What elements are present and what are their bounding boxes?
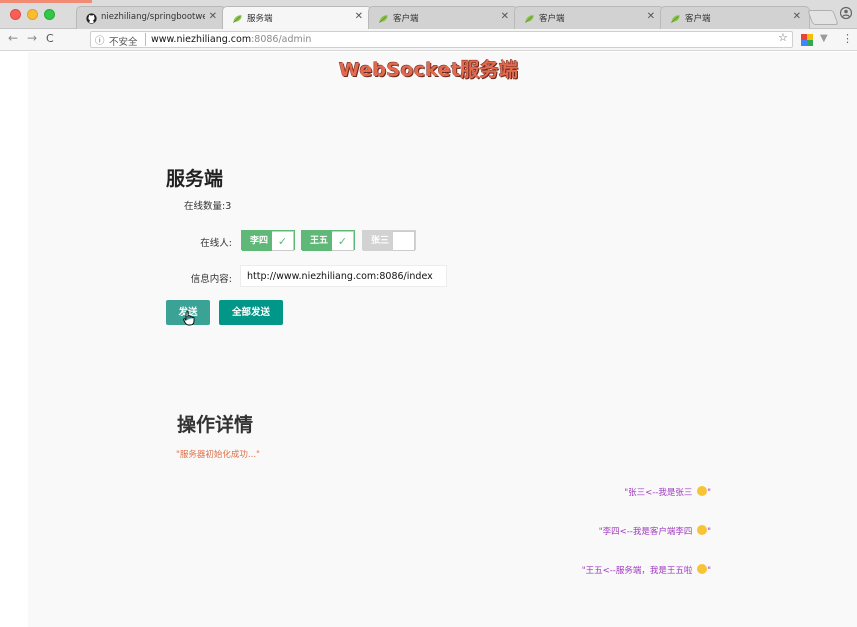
log-message-text: "张三<--我是张三 bbox=[624, 488, 693, 498]
back-arrow-icon[interactable]: ← bbox=[8, 31, 18, 45]
bookmark-star-icon[interactable]: ☆ bbox=[778, 31, 788, 44]
online-users-label: 在线人: bbox=[200, 238, 232, 249]
github-icon bbox=[86, 13, 97, 24]
menu-dots-icon[interactable]: ⋮ bbox=[842, 32, 853, 45]
browser-tab-bar: niezhiliang/springbootwebs ✕ 服务端 ✕ 客户端 ✕… bbox=[0, 0, 857, 30]
browser-tab-client-2[interactable]: 客户端 ✕ bbox=[514, 6, 664, 29]
tab-close-icon[interactable]: ✕ bbox=[209, 11, 217, 22]
user-name: 王五 bbox=[302, 231, 337, 251]
tab-close-icon[interactable]: ✕ bbox=[501, 11, 509, 22]
tab-title: niezhiliang/springbootwebs bbox=[101, 12, 205, 22]
page-background bbox=[28, 52, 857, 627]
leaf-icon bbox=[233, 15, 242, 23]
wink-emoji-icon bbox=[697, 564, 708, 574]
log-message-suffix: " bbox=[707, 566, 711, 576]
browser-tab-github[interactable]: niezhiliang/springbootwebs ✕ bbox=[76, 6, 226, 29]
checkmark-icon: ✓ bbox=[393, 231, 415, 251]
tab-close-icon[interactable]: ✕ bbox=[647, 11, 655, 22]
tab-title: 客户端 bbox=[539, 14, 565, 24]
user-name: 张三 bbox=[363, 231, 398, 251]
user-checkbox-lisi[interactable]: 李四 ✓ bbox=[241, 230, 295, 251]
extension-icon[interactable] bbox=[801, 34, 813, 46]
address-url: www.niezhiliang.com:8086/admin bbox=[151, 34, 311, 45]
user-checkbox-wangwu[interactable]: 王五 ✓ bbox=[301, 230, 355, 251]
new-tab-button[interactable] bbox=[807, 10, 839, 25]
smile-emoji-icon bbox=[697, 486, 708, 496]
log-message-text: "王五<--服务端，我是王五啦 bbox=[581, 566, 693, 576]
address-bar[interactable]: ⓘ 不安全 www.niezhiliang.com:8086/admin bbox=[90, 31, 793, 48]
log-message: "王五<--服务端，我是王五啦 " bbox=[582, 564, 711, 576]
checkmark-icon: ✓ bbox=[272, 231, 294, 251]
leaf-icon bbox=[525, 15, 534, 23]
online-count: 在线数量:3 bbox=[184, 198, 231, 212]
profile-icon[interactable] bbox=[840, 6, 852, 20]
url-path: :8086/admin bbox=[251, 34, 312, 45]
tab-title: 服务端 bbox=[247, 14, 273, 24]
tab-close-icon[interactable]: ✕ bbox=[793, 11, 801, 22]
reload-icon[interactable]: C bbox=[46, 32, 54, 45]
forward-arrow-icon[interactable]: → bbox=[27, 31, 37, 45]
address-separator bbox=[145, 33, 146, 46]
server-heading: 服务端 bbox=[166, 168, 224, 190]
page-title: WebSocket服务端 bbox=[338, 59, 519, 81]
user-name: 李四 bbox=[242, 231, 277, 251]
info-icon[interactable]: ⓘ bbox=[95, 33, 105, 47]
online-count-label: 在线数量: bbox=[184, 201, 226, 212]
url-host: www.niezhiliang.com bbox=[151, 34, 252, 45]
user-checkbox-zhangsan[interactable]: 张三 ✓ bbox=[362, 230, 416, 251]
leaf-icon bbox=[671, 15, 680, 23]
security-label: 不安全 bbox=[109, 37, 138, 48]
browser-tab-client-3[interactable]: 客户端 ✕ bbox=[660, 6, 810, 29]
vue-devtools-icon[interactable]: ▼ bbox=[820, 33, 828, 44]
browser-tab-client-1[interactable]: 客户端 ✕ bbox=[368, 6, 518, 29]
checkmark-icon: ✓ bbox=[332, 231, 354, 251]
online-count-value: 3 bbox=[225, 201, 232, 212]
hand-cursor-icon bbox=[183, 311, 195, 326]
message-label: 信息内容: bbox=[190, 274, 232, 285]
tab-title: 客户端 bbox=[393, 14, 419, 24]
log-init-message: "服务器初始化成功..." bbox=[176, 450, 260, 460]
log-message-text: "李四<--我是客户端李四 bbox=[598, 527, 693, 537]
browser-tab-server[interactable]: 服务端 ✕ bbox=[222, 6, 372, 30]
smile-emoji-icon bbox=[697, 525, 708, 535]
window-minimize-button[interactable] bbox=[27, 9, 38, 20]
log-message-suffix: " bbox=[707, 527, 711, 537]
log-message: "张三<--我是张三 " bbox=[624, 486, 711, 498]
message-input[interactable]: http://www.niezhiliang.com:8086/index bbox=[240, 265, 447, 287]
browser-toolbar: ← → C ⓘ 不安全 www.niezhiliang.com:8086/adm… bbox=[0, 29, 857, 51]
log-message: "李四<--我是客户端李四 " bbox=[599, 525, 711, 537]
tab-bar-stripe bbox=[0, 0, 92, 3]
leaf-icon bbox=[379, 15, 388, 23]
window-close-button[interactable] bbox=[10, 9, 21, 20]
tab-close-icon[interactable]: ✕ bbox=[355, 11, 363, 22]
detail-heading: 操作详情 bbox=[177, 414, 254, 436]
log-message-suffix: " bbox=[707, 488, 711, 498]
send-all-button[interactable]: 全部发送 bbox=[219, 300, 283, 325]
window-zoom-button[interactable] bbox=[44, 9, 55, 20]
tab-title: 客户端 bbox=[685, 14, 711, 24]
